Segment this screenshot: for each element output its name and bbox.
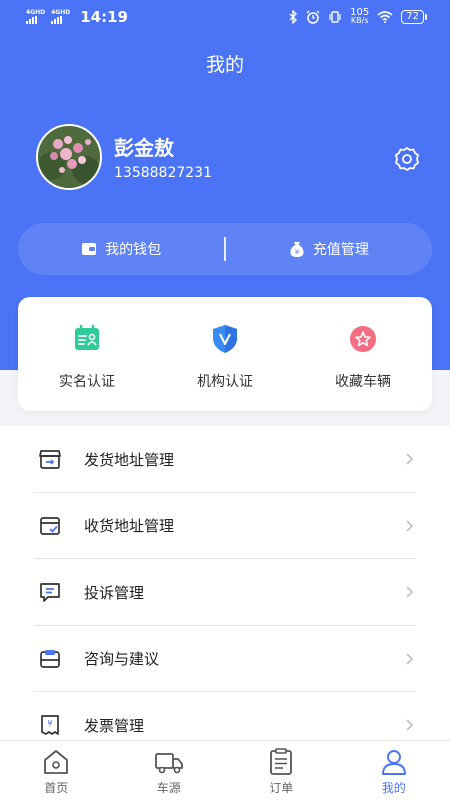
menu-item-receiving-address[interactable]: 收货地址管理 [0, 493, 450, 560]
menu-item-complaints[interactable]: 投诉管理 [0, 559, 450, 626]
quick-action-favorites[interactable]: 收藏车辆 [294, 297, 432, 411]
invoice-icon: ¥ [38, 713, 62, 737]
truck-icon [154, 753, 183, 774]
chat-icon [38, 580, 62, 604]
signal-bars-icon [26, 16, 37, 24]
ship-box-icon [38, 447, 62, 471]
shield-v-icon [213, 325, 237, 353]
menu-item-consultation[interactable]: 咨询与建议 [0, 626, 450, 693]
quick-action-label: 实名认证 [59, 374, 115, 390]
chevron-right-icon [406, 453, 414, 465]
my-wallet-button[interactable]: 我的钱包 [18, 223, 224, 275]
menu-item-label: 收货地址管理 [84, 517, 175, 536]
consult-icon [38, 647, 62, 671]
tab-home[interactable]: 首页 [0, 741, 113, 800]
quick-actions-card: 实名认证 机构认证 收藏车辆 [18, 297, 432, 411]
quick-action-label: 机构认证 [197, 374, 253, 390]
tab-mine[interactable]: 我的 [338, 741, 450, 800]
alarm-icon [306, 10, 320, 24]
quick-action-real-name[interactable]: 实名认证 [18, 297, 156, 411]
menu-item-label: 发货地址管理 [84, 450, 175, 469]
money-bag-icon: ¥ [290, 242, 304, 257]
clipboard-icon [270, 748, 293, 775]
menu-item-label: 咨询与建议 [84, 650, 160, 669]
home-icon [44, 750, 69, 774]
my-wallet-label: 我的钱包 [105, 242, 162, 258]
menu-item-label: 投诉管理 [84, 583, 145, 602]
bottom-tab-bar: 首页 车源 订单 我的 [0, 740, 450, 800]
chevron-right-icon [406, 586, 414, 598]
id-card-icon [75, 324, 99, 350]
chevron-right-icon [406, 719, 414, 731]
tab-label: 我的 [381, 781, 406, 795]
recharge-button[interactable]: ¥ 充值管理 [226, 223, 432, 275]
svg-text:¥: ¥ [47, 719, 52, 728]
avatar[interactable] [36, 124, 102, 190]
gear-icon [395, 147, 419, 171]
chevron-right-icon [406, 520, 414, 532]
user-name: 彭金敖 [114, 136, 174, 160]
quick-action-label: 收藏车辆 [335, 374, 391, 390]
menu-item-label: 发票管理 [84, 716, 145, 735]
wallet-bar: 我的钱包 ¥ 充值管理 [18, 223, 432, 275]
user-phone: 13588827231 [114, 165, 212, 181]
wifi-icon [377, 11, 393, 23]
recharge-label: 充值管理 [312, 242, 369, 258]
clock: 14:19 [80, 8, 128, 26]
battery-indicator: 72 [401, 10, 427, 24]
menu-list: 发货地址管理 收货地址管理 投诉管理 咨询与建议 ¥ 发票管理 [0, 426, 450, 740]
menu-item-shipping-address[interactable]: 发货地址管理 [0, 426, 450, 493]
tab-vehicles[interactable]: 车源 [113, 741, 226, 800]
bluetooth-icon [289, 10, 298, 24]
net-speed: 105 KB/s [350, 8, 369, 25]
tab-orders[interactable]: 订单 [225, 741, 338, 800]
tab-label: 首页 [44, 781, 69, 795]
signal-indicator-2: 4GHD [51, 10, 70, 24]
signal-bars-icon [51, 16, 63, 24]
user-icon [381, 750, 406, 775]
net-speed-unit: KB/s [350, 16, 369, 25]
wallet-icon [82, 243, 97, 255]
settings-button[interactable] [394, 146, 420, 172]
page-title: 我的 [205, 54, 244, 76]
quick-action-org-auth[interactable]: 机构认证 [156, 297, 294, 411]
status-bar: 4GHD 4GHD 14:19 105 KB/s 72 [0, 0, 450, 34]
svg-text:¥: ¥ [295, 248, 300, 256]
signal-indicator-1: 4GHD [26, 10, 45, 24]
receive-box-icon [38, 514, 62, 538]
avatar-photo [38, 126, 100, 188]
chevron-right-icon [406, 653, 414, 665]
vibrate-icon [329, 11, 341, 23]
menu-item-invoice[interactable]: ¥ 发票管理 [0, 692, 450, 740]
tab-label: 订单 [269, 781, 294, 795]
star-badge-icon [350, 326, 376, 352]
tab-label: 车源 [156, 781, 181, 795]
